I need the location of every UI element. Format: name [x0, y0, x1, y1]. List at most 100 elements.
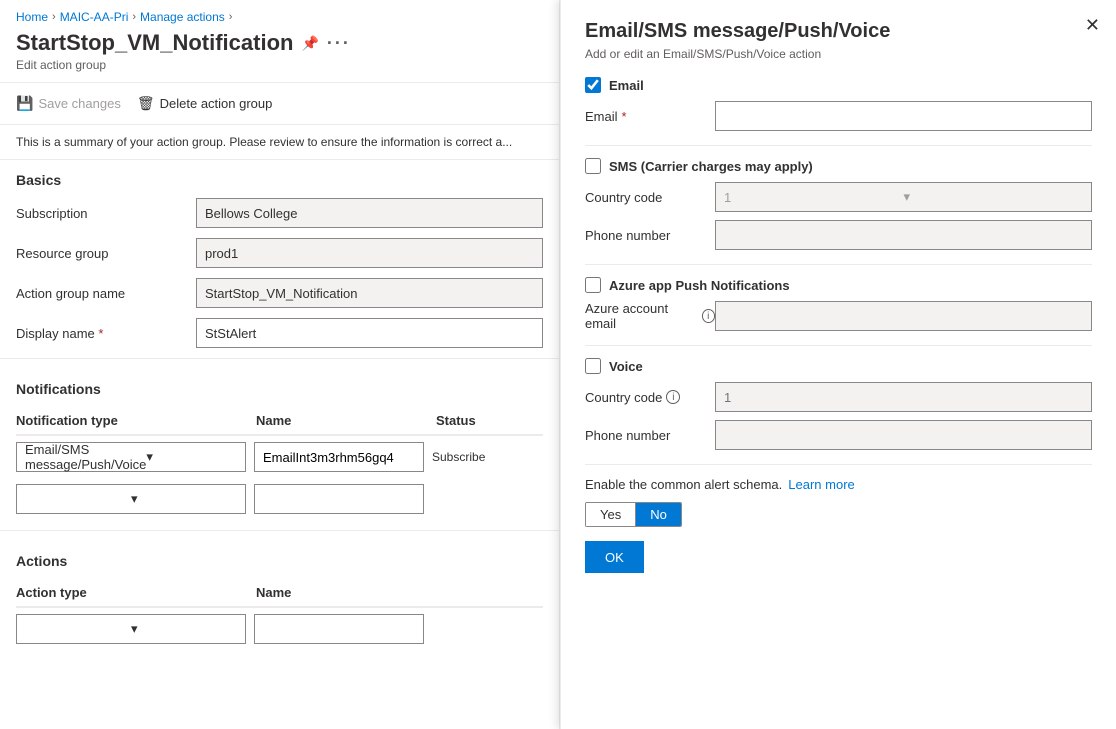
sms-country-code-row: Country code 1 ▾	[585, 182, 1092, 212]
panel-title: Email/SMS message/Push/Voice	[585, 20, 1092, 43]
push-email-input[interactable]	[715, 301, 1092, 331]
sms-checkbox-row: SMS (Carrier charges may apply)	[585, 158, 1092, 174]
breadcrumb-maic[interactable]: MAIC-AA-Pri	[60, 10, 129, 24]
action-row-1: ▾	[16, 608, 543, 650]
more-icon[interactable]: ···	[327, 33, 351, 54]
resource-group-row: Resource group	[16, 238, 543, 268]
resource-group-label: Resource group	[16, 246, 196, 261]
basics-section-title: Basics	[16, 172, 543, 188]
sms-country-code-dropdown[interactable]: 1 ▾	[715, 182, 1092, 212]
subscription-input[interactable]	[196, 198, 543, 228]
breadcrumb-sep-3: ›	[229, 11, 233, 23]
action-type-header: Action type	[16, 585, 256, 600]
sms-phone-label: Phone number	[585, 228, 715, 243]
voice-section: Voice Country code i Phone number	[585, 358, 1092, 450]
delete-icon: 🗑	[137, 95, 155, 112]
notification-type-dropdown-2[interactable]: ▾	[16, 484, 246, 514]
pin-icon[interactable]: 📌	[301, 35, 318, 52]
action-type-dropdown-1[interactable]: ▾	[16, 614, 246, 644]
breadcrumb: Home › MAIC-AA-Pri › Manage actions ›	[0, 0, 559, 30]
email-checkbox[interactable]	[585, 77, 601, 93]
page-subtitle: Edit action group	[0, 58, 559, 82]
close-button[interactable]: ✕	[1085, 16, 1100, 34]
email-checkbox-label: Email	[609, 78, 644, 93]
voice-checkbox[interactable]	[585, 358, 601, 374]
action-group-name-label: Action group name	[16, 286, 196, 301]
voice-phone-input[interactable]	[715, 420, 1092, 450]
email-field-row: Email *	[585, 101, 1092, 131]
breadcrumb-sep-2: ›	[132, 11, 136, 23]
alert-schema-toggle[interactable]: Yes No	[585, 502, 682, 527]
toggle-no[interactable]: No	[636, 503, 681, 526]
ok-button[interactable]: OK	[585, 541, 644, 573]
learn-more-link[interactable]: Learn more	[788, 477, 854, 492]
email-checkbox-row: Email	[585, 77, 1092, 93]
alert-schema-text: Enable the common alert schema.	[585, 477, 782, 492]
push-checkbox-row: Azure app Push Notifications	[585, 277, 1092, 293]
save-changes-button[interactable]: 💾 Save changes	[16, 91, 121, 116]
actions-section: Actions Action type Name ▾	[0, 541, 559, 650]
email-section: Email Email *	[585, 77, 1092, 131]
breadcrumb-manage-actions[interactable]: Manage actions	[140, 10, 225, 24]
voice-country-code-input[interactable]	[715, 382, 1092, 412]
display-name-row: Display name *	[16, 318, 543, 348]
notifications-section-title: Notifications	[16, 381, 543, 397]
display-name-required: *	[98, 326, 103, 341]
action-name-input-1[interactable]	[254, 614, 424, 644]
notifications-status-header: Status	[436, 413, 543, 428]
sms-country-code-label: Country code	[585, 190, 715, 205]
email-required: *	[622, 109, 627, 124]
info-text: This is a summary of your action group. …	[16, 135, 512, 149]
sms-section: SMS (Carrier charges may apply) Country …	[585, 158, 1092, 250]
notification-name-input-1[interactable]	[254, 442, 424, 472]
actions-table-header: Action type Name	[16, 579, 543, 608]
notification-name-input-2[interactable]	[254, 484, 424, 514]
voice-country-code-row: Country code i	[585, 382, 1092, 412]
voice-checkbox-label: Voice	[609, 359, 643, 374]
push-checkbox[interactable]	[585, 277, 601, 293]
breadcrumb-home[interactable]: Home	[16, 10, 48, 24]
action-group-name-input[interactable]	[196, 278, 543, 308]
notification-type-dropdown-1[interactable]: Email/SMS message/Push/Voice ▾	[16, 442, 246, 472]
sms-phone-row: Phone number	[585, 220, 1092, 250]
dropdown-arrow-action-1: ▾	[131, 621, 237, 637]
panel-subtitle: Add or edit an Email/SMS/Push/Voice acti…	[585, 47, 1092, 61]
notification-row-1: Email/SMS message/Push/Voice ▾ Subscribe	[16, 436, 543, 478]
email-label: Email *	[585, 109, 715, 124]
delete-label: Delete action group	[160, 96, 273, 111]
push-info-icon[interactable]: i	[702, 309, 715, 323]
push-email-label: Azure account email i	[585, 301, 715, 331]
push-section: Azure app Push Notifications Azure accou…	[585, 277, 1092, 331]
notification-type-value-1: Email/SMS message/Push/Voice	[25, 442, 146, 472]
toggle-yes[interactable]: Yes	[586, 503, 636, 526]
right-panel: ✕ Email/SMS message/Push/Voice Add or ed…	[560, 0, 1116, 729]
display-name-input[interactable]	[196, 318, 543, 348]
notification-row-2: ▾	[16, 478, 543, 520]
notifications-section: Notifications Notification type Name Sta…	[0, 369, 559, 520]
breadcrumb-sep-1: ›	[52, 11, 56, 23]
dropdown-arrow-1: ▾	[146, 449, 237, 465]
voice-info-icon[interactable]: i	[666, 390, 680, 404]
action-group-name-row: Action group name	[16, 278, 543, 308]
sms-checkbox[interactable]	[585, 158, 601, 174]
resource-group-value	[196, 238, 543, 268]
info-bar: This is a summary of your action group. …	[0, 125, 559, 160]
actions-section-title: Actions	[16, 553, 543, 569]
dropdown-arrow-2: ▾	[131, 491, 237, 507]
notifications-table-header: Notification type Name Status	[16, 407, 543, 436]
push-checkbox-label: Azure app Push Notifications	[609, 278, 790, 293]
sms-dropdown-arrow: ▾	[904, 189, 1084, 205]
basics-section: Basics Subscription Resource group Actio…	[0, 160, 559, 348]
voice-phone-label: Phone number	[585, 428, 715, 443]
display-name-label: Display name *	[16, 326, 196, 341]
delete-action-group-button[interactable]: 🗑 Delete action group	[137, 91, 273, 116]
email-input[interactable]	[715, 101, 1092, 131]
sms-phone-input[interactable]	[715, 220, 1092, 250]
display-name-value	[196, 318, 543, 348]
sms-checkbox-label: SMS (Carrier charges may apply)	[609, 159, 813, 174]
save-label: Save changes	[38, 96, 120, 111]
resource-group-input[interactable]	[196, 238, 543, 268]
voice-country-code-label: Country code i	[585, 390, 715, 405]
toolbar: 💾 Save changes 🗑 Delete action group	[0, 82, 559, 125]
subscription-label: Subscription	[16, 206, 196, 221]
